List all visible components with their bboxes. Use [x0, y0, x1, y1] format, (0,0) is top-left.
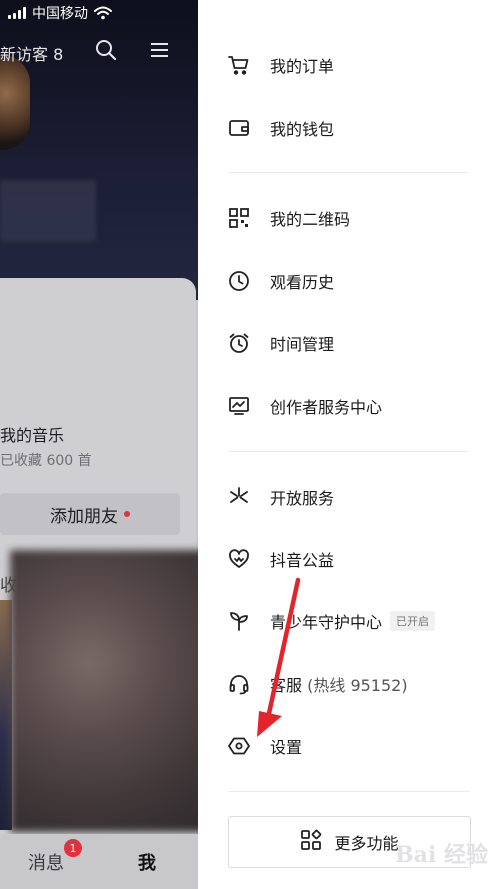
add-friend-label: 添加朋友 [50, 506, 118, 527]
menu-item-qr-code[interactable]: 我的二维码 [228, 200, 488, 236]
blurred-video-thumbnail [10, 550, 200, 832]
wifi-icon [94, 6, 112, 20]
headset-icon [228, 673, 250, 695]
menu-label: 观看历史 [270, 273, 335, 292]
more-features-button[interactable]: 更多功能 [228, 816, 471, 868]
nav-me[interactable]: 我 [138, 849, 156, 875]
hotline-text: (热线 95152) [307, 676, 408, 695]
more-features-label: 更多功能 [334, 834, 399, 853]
divider [228, 172, 470, 173]
menu-item-youth-protection[interactable]: 青少年守护中心 已开启 [228, 603, 488, 639]
menu-label: 时间管理 [270, 335, 335, 354]
menu-item-settings[interactable]: 设置 [228, 728, 488, 764]
messages-badge: 1 [64, 839, 82, 857]
chart-icon [228, 395, 250, 417]
menu-label: 抖音公益 [270, 551, 335, 570]
nav-messages[interactable]: 消息 [28, 849, 64, 875]
qr-code-icon [228, 207, 250, 229]
profile-page-dimmed: 中国移动 新访客 8 我的音乐 已收藏 600 首 添加朋友 收 消息 1 我 [0, 0, 200, 889]
menu-label: 我的钱包 [270, 120, 335, 139]
carrier-label: 中国移动 [32, 6, 88, 22]
profile-topbar: 新访客 8 [0, 38, 200, 64]
cart-icon [228, 54, 250, 76]
menu-icon[interactable] [150, 38, 170, 66]
menu-item-open-services[interactable]: 开放服务 [228, 479, 488, 515]
bottom-nav: 消息 1 我 [0, 834, 200, 889]
divider [228, 791, 470, 792]
menu-label: 设置 [270, 738, 303, 757]
menu-item-history[interactable]: 观看历史 [228, 263, 488, 299]
divider [228, 451, 470, 452]
menu-label: 客服 (热线 95152) [270, 672, 408, 696]
wallet-icon [228, 117, 250, 139]
signal-icon [8, 7, 26, 19]
menu-label: 我的二维码 [270, 210, 351, 229]
settings-icon [228, 735, 250, 757]
menu-item-orders[interactable]: 我的订单 [228, 47, 488, 83]
grid-icon [300, 829, 322, 855]
my-music-title[interactable]: 我的音乐 [0, 422, 64, 446]
menu-label: 开放服务 [270, 489, 335, 508]
avatar [0, 55, 30, 150]
sparkle-icon [228, 486, 250, 508]
menu-label: 创作者服务中心 [270, 398, 383, 417]
customer-service-label: 客服 [270, 676, 303, 695]
menu-item-creator-center[interactable]: 创作者服务中心 [228, 388, 488, 424]
clock-icon [228, 270, 250, 292]
menu-item-customer-service[interactable]: 客服 (热线 95152) [228, 666, 488, 702]
heart-icon [228, 548, 250, 570]
menu-label: 我的订单 [270, 57, 335, 76]
sprout-icon [228, 610, 250, 632]
notification-dot [124, 511, 130, 517]
blurred-profile-info [0, 180, 96, 242]
menu-label: 青少年守护中心 [270, 613, 383, 632]
search-icon[interactable] [94, 38, 118, 66]
status-bar: 中国移动 [0, 0, 200, 26]
menu-item-wallet[interactable]: 我的钱包 [228, 110, 488, 146]
new-visitors-link[interactable]: 新访客 8 [0, 41, 63, 65]
add-friend-button[interactable]: 添加朋友 [0, 493, 180, 535]
menu-item-charity[interactable]: 抖音公益 [228, 541, 488, 577]
music-count: 已收藏 600 首 [0, 453, 92, 469]
side-drawer: 我的订单 我的钱包 我的二维码 观看历史 时间管理 创作者服务中心 开放服务 抖… [198, 0, 500, 889]
menu-item-time-management[interactable]: 时间管理 [228, 325, 488, 361]
status-badge: 已开启 [390, 611, 436, 631]
alarm-icon [228, 332, 250, 354]
